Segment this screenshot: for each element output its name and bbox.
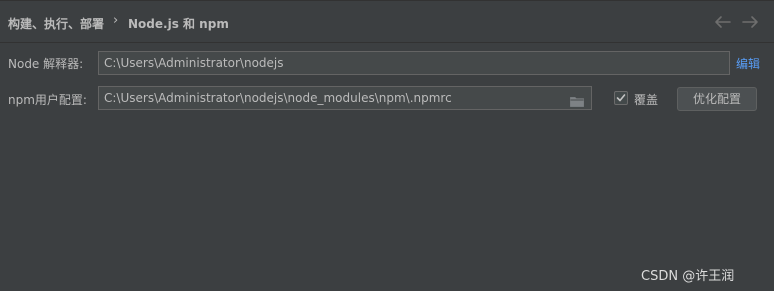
edit-interpreter-link[interactable]: 编辑 bbox=[736, 55, 760, 72]
npm-config-field[interactable] bbox=[99, 87, 565, 109]
optimize-config-button[interactable]: 优化配置 bbox=[677, 87, 757, 111]
breadcrumb-parent[interactable]: 构建、执行、部署 bbox=[8, 15, 104, 32]
settings-header: 构建、执行、部署 › Node.js 和 npm bbox=[0, 0, 774, 43]
csdn-watermark: CSDN @许王润 bbox=[641, 269, 735, 284]
breadcrumb-current: Node.js 和 npm bbox=[128, 17, 229, 31]
breadcrumb-separator: › bbox=[113, 13, 119, 28]
folder-icon[interactable] bbox=[570, 92, 584, 107]
arrow-right-icon[interactable] bbox=[741, 14, 759, 30]
override-checkbox[interactable] bbox=[614, 91, 628, 105]
npm-config-field-wrapper bbox=[98, 86, 592, 110]
npm-config-label: npm用户配置: bbox=[8, 93, 87, 107]
interpreter-label: Node 解释器: bbox=[8, 57, 84, 71]
interpreter-field[interactable] bbox=[98, 51, 730, 75]
override-label: 覆盖 bbox=[634, 93, 659, 107]
arrow-left-icon[interactable] bbox=[714, 14, 732, 30]
